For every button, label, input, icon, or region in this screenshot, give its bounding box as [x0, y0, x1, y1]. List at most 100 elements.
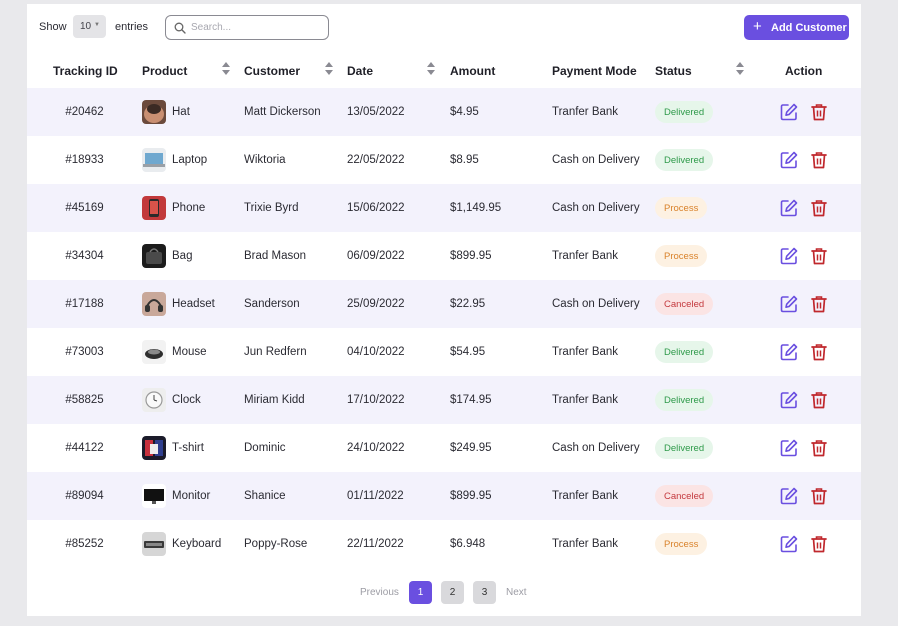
edit-icon[interactable]: [779, 390, 799, 415]
entries-select[interactable]: 10 ▼: [73, 15, 106, 38]
trash-icon[interactable]: [809, 486, 829, 511]
order-amount: $8.95: [450, 154, 479, 166]
order-date: 06/09/2022: [347, 250, 405, 262]
table-row: #45169 Phone Trixie Byrd 15/06/2022 $1,149.9…: [27, 184, 861, 232]
payment-mode: Tranfer Bank: [552, 106, 619, 118]
product-thumbnail: [142, 244, 166, 268]
table-row: #18933 Laptop Wiktoria 22/05/2022 $8.95 Cash …: [27, 136, 861, 184]
customer-name: Miriam Kidd: [244, 394, 305, 406]
sort-icon[interactable]: [222, 62, 230, 75]
header-amount[interactable]: Amount: [450, 64, 495, 78]
search-placeholder: Search...: [191, 22, 232, 33]
table-row: #34304 Bag Brad Mason 06/09/2022 $899.95 Tran…: [27, 232, 861, 280]
trash-icon[interactable]: [809, 342, 829, 367]
payment-mode: Tranfer Bank: [552, 250, 619, 262]
edit-icon[interactable]: [779, 198, 799, 223]
trash-icon[interactable]: [809, 102, 829, 127]
add-customer-label: Add Customer: [771, 22, 847, 34]
customer-name: Matt Dickerson: [244, 106, 321, 118]
status-badge: Delivered: [655, 437, 714, 459]
tracking-id: #85252: [65, 538, 104, 550]
trash-icon[interactable]: [809, 198, 829, 223]
trash-icon[interactable]: [809, 534, 829, 559]
page-button-3[interactable]: 3: [473, 581, 496, 604]
status-badge: Process: [655, 245, 708, 267]
trash-icon[interactable]: [809, 438, 829, 463]
page-button-1[interactable]: 1: [409, 581, 432, 604]
order-amount: $174.95: [450, 394, 492, 406]
product-name: Phone: [172, 202, 206, 214]
customer-name: Shanice: [244, 490, 286, 502]
tracking-id: #34304: [65, 250, 104, 262]
payment-mode: Tranfer Bank: [552, 490, 619, 502]
tracking-id: #20462: [65, 106, 104, 118]
page-button-2[interactable]: 2: [441, 581, 464, 604]
edit-icon[interactable]: [779, 486, 799, 511]
entries-value: 10: [80, 21, 92, 32]
payment-mode: Cash on Delivery: [552, 202, 640, 214]
tracking-id: #44122: [65, 442, 104, 454]
search-input[interactable]: Search...: [165, 15, 329, 40]
trash-icon[interactable]: [809, 246, 829, 271]
header-payment-mode[interactable]: Payment Mode: [552, 64, 637, 78]
product-thumbnail: [142, 532, 166, 556]
product-thumbnail: [142, 388, 166, 412]
edit-icon[interactable]: [779, 102, 799, 127]
pagination: Previous 1 2 3 Next: [27, 580, 861, 604]
edit-icon[interactable]: [779, 342, 799, 367]
product-name: Hat: [172, 106, 190, 118]
customer-name: Trixie Byrd: [244, 202, 299, 214]
order-amount: $54.95: [450, 346, 486, 358]
table-row: #58825 Clock Miriam Kidd 17/10/2022 $174.95 T…: [27, 376, 861, 424]
header-date[interactable]: Date: [347, 64, 373, 78]
product-name: Mouse: [172, 346, 207, 358]
table-toolbar: Show 10 ▼ entries Search... + Add Custom…: [27, 4, 861, 50]
product-thumbnail: [142, 292, 166, 316]
table-header: Tracking ID Product Customer Date Amount…: [27, 50, 861, 88]
status-badge: Delivered: [655, 341, 714, 363]
show-label: Show: [39, 21, 67, 33]
tracking-id: #58825: [65, 394, 104, 406]
product-thumbnail: [142, 340, 166, 364]
sort-icon[interactable]: [325, 62, 333, 75]
edit-icon[interactable]: [779, 150, 799, 175]
next-button[interactable]: Next: [506, 587, 527, 598]
header-customer[interactable]: Customer: [244, 64, 300, 78]
entries-label: entries: [115, 21, 149, 33]
table-body: #20462 Hat Matt Dickerson 13/05/2022 $4.95 Tr…: [27, 88, 861, 568]
order-date: 22/05/2022: [347, 154, 405, 166]
order-date: 13/05/2022: [347, 106, 405, 118]
edit-icon[interactable]: [779, 294, 799, 319]
trash-icon[interactable]: [809, 150, 829, 175]
sort-icon[interactable]: [427, 62, 435, 75]
product-name: Clock: [172, 394, 201, 406]
table-row: #17188 Headset Sanderson 25/09/2022 $22.95 Ca…: [27, 280, 861, 328]
status-badge: Process: [655, 197, 708, 219]
chevron-down-icon: ▼: [94, 22, 100, 28]
product-thumbnail: [142, 148, 166, 172]
order-amount: $22.95: [450, 298, 486, 310]
customer-name: Jun Redfern: [244, 346, 307, 358]
status-badge: Canceled: [655, 485, 714, 507]
product-thumbnail: [142, 196, 166, 220]
product-name: Bag: [172, 250, 193, 262]
edit-icon[interactable]: [779, 438, 799, 463]
product-name: Laptop: [172, 154, 208, 166]
order-date: 24/10/2022: [347, 442, 405, 454]
order-date: 01/11/2022: [347, 490, 404, 502]
status-badge: Delivered: [655, 389, 714, 411]
trash-icon[interactable]: [809, 390, 829, 415]
header-status[interactable]: Status: [655, 64, 692, 78]
add-customer-button[interactable]: + Add Customer: [744, 15, 849, 40]
sort-icon[interactable]: [736, 62, 744, 75]
header-product[interactable]: Product: [142, 64, 187, 78]
product-name: Headset: [172, 298, 215, 310]
header-tracking-id[interactable]: Tracking ID: [53, 64, 118, 78]
edit-icon[interactable]: [779, 246, 799, 271]
payment-mode: Cash on Delivery: [552, 298, 640, 310]
previous-button[interactable]: Previous: [360, 587, 399, 598]
edit-icon[interactable]: [779, 534, 799, 559]
trash-icon[interactable]: [809, 294, 829, 319]
customer-name: Poppy-Rose: [244, 538, 308, 550]
tracking-id: #45169: [65, 202, 104, 214]
